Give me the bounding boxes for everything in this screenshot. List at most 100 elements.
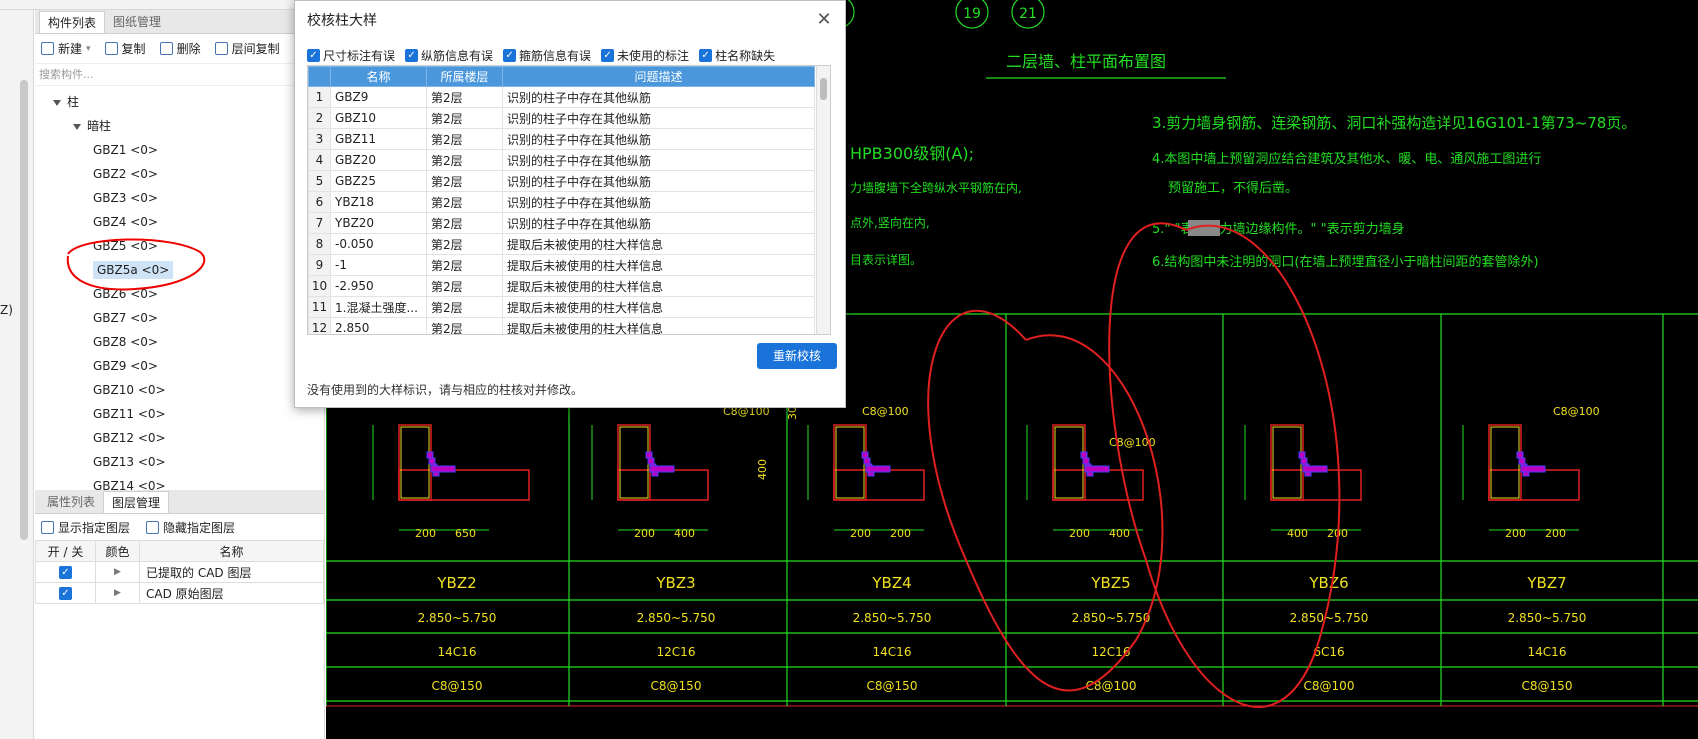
tree-item-label: GBZ11 <0> (93, 407, 166, 421)
dim-label: 200 (890, 527, 911, 540)
layer-toggle-checkbox[interactable]: ✓ (59, 587, 72, 600)
tree-item-label: GBZ12 <0> (93, 431, 166, 445)
tab-layer-management[interactable]: 图层管理 (103, 491, 170, 513)
filter-checkbox[interactable]: ✓ 柱名称缺失 (699, 47, 775, 64)
delete-label: 删除 (176, 42, 201, 56)
caret-down-icon[interactable] (53, 99, 61, 106)
column-name: YBZ7 (1526, 574, 1566, 592)
tree-item[interactable]: GBZ12 <0> (35, 426, 324, 450)
rebar-dot (428, 457, 436, 465)
tab-drawing-management[interactable]: 图纸管理 (105, 11, 169, 33)
tree-item[interactable]: GBZ13 <0> (35, 450, 324, 474)
component-search-input[interactable]: 搜索构件... (35, 64, 324, 86)
column-elevation: 2.850~5.750 (853, 611, 932, 625)
row-name: -0.050 (330, 233, 427, 255)
left-sidebar-strip: Z) (0, 0, 34, 739)
left-note-text: 力墙腹墙下全跨纵水平钢筋在内, (850, 180, 1022, 195)
delete-button[interactable]: 删除 (159, 40, 201, 57)
table-row[interactable]: 2 GBZ10 第2层 识别的柱子中存在其他纵筋 (308, 107, 815, 129)
table-row[interactable]: 6 YBZ18 第2层 识别的柱子中存在其他纵筋 (308, 191, 815, 213)
layer-toggle-checkbox[interactable]: ✓ (59, 566, 72, 579)
table-row[interactable]: 1 GBZ9 第2层 识别的柱子中存在其他纵筋 (308, 86, 815, 108)
left-note-text: 点外,竖向在内, (850, 215, 930, 230)
tree-item[interactable]: GBZ4 <0> (35, 210, 324, 234)
tree-item[interactable]: GBZ8 <0> (35, 330, 324, 354)
tab-properties[interactable]: 属性列表 (39, 491, 103, 513)
tree-item[interactable]: GBZ7 <0> (35, 306, 324, 330)
dim-label: 200 (634, 527, 655, 540)
checkbox-icon[interactable]: ✓ (307, 48, 320, 62)
row-number: 6 (308, 191, 331, 213)
layers-icon (41, 520, 54, 534)
copy-label: 复制 (121, 42, 146, 56)
tree-item[interactable]: GBZ11 <0> (35, 402, 324, 426)
rebar-dot (1082, 457, 1090, 465)
checkbox-icon[interactable]: ✓ (699, 48, 713, 62)
filter-checkbox[interactable]: ✓ 纵筋信息有误 (405, 47, 493, 64)
grid-bubble-label: 21 (1019, 6, 1037, 22)
tree-item[interactable]: GBZ2 <0> (35, 162, 324, 186)
left-scrollbar[interactable] (20, 80, 28, 540)
scroll-thumb[interactable] (820, 78, 827, 100)
tree-item[interactable]: GBZ3 <0> (35, 186, 324, 210)
checkbox-icon[interactable]: ✓ (601, 48, 615, 62)
row-floor: 第2层 (426, 128, 503, 150)
filter-checkbox[interactable]: ✓ 尺寸标注有误 (307, 47, 395, 64)
tree-node-column[interactable]: 柱 (35, 90, 324, 114)
new-button[interactable]: 新建 ▾ (41, 40, 91, 57)
col-description[interactable]: 问题描述 (502, 66, 815, 87)
row-number: 5 (308, 170, 331, 192)
rebar-dot (1518, 457, 1526, 465)
rebar-dot (865, 465, 891, 473)
col-floor[interactable]: 所属楼层 (426, 66, 503, 87)
rebar-dot (1080, 451, 1088, 459)
table-row[interactable]: 5 GBZ25 第2层 识别的柱子中存在其他纵筋 (308, 170, 815, 192)
column-name: YBZ2 (436, 574, 476, 592)
grid-bubble-label: 19 (963, 6, 981, 22)
table-row[interactable]: 7 YBZ20 第2层 识别的柱子中存在其他纵筋 (308, 212, 815, 234)
col-name[interactable]: 名称 (330, 66, 427, 87)
expand-icon[interactable]: ▶ (95, 561, 140, 583)
chevron-down-icon[interactable]: ▾ (86, 44, 91, 54)
tree-item-label: GBZ1 <0> (93, 143, 158, 157)
table-row[interactable]: 8 -0.050 第2层 提取后未被使用的柱大样信息 (308, 233, 815, 255)
table-row[interactable]: 4 GBZ20 第2层 识别的柱子中存在其他纵筋 (308, 149, 815, 171)
close-icon[interactable]: ✕ (813, 9, 835, 31)
tree-item[interactable]: GBZ9 <0> (35, 354, 324, 378)
checkbox-icon[interactable]: ✓ (503, 48, 517, 62)
row-floor: 第2层 (426, 170, 503, 192)
drawing-title: 二层墙、柱平面布置图 (1006, 52, 1166, 71)
copy-button[interactable]: 复制 (104, 40, 146, 57)
table-row[interactable]: 3 GBZ11 第2层 识别的柱子中存在其他纵筋 (308, 128, 815, 150)
trash-icon (159, 42, 173, 55)
hide-layer-button[interactable]: 隐藏指定图层 (146, 519, 235, 536)
col-rownum (308, 66, 331, 87)
tree-item-label: GBZ9 <0> (93, 359, 158, 373)
show-layer-button[interactable]: 显示指定图层 (41, 519, 130, 536)
layer-toolbar: 显示指定图层 隐藏指定图层 (35, 514, 324, 540)
filter-checkbox[interactable]: ✓ 未使用的标注 (601, 47, 689, 64)
layer-row[interactable]: ✓ ▶ CAD 原始图层 (35, 582, 324, 604)
table-row[interactable]: 11 1.混凝土强度... 第2层 提取后未被使用的柱大样信息 (308, 296, 815, 318)
caret-down-icon[interactable] (73, 123, 81, 130)
filter-label: 未使用的标注 (617, 48, 690, 63)
component-toolbar: 新建 ▾ 复制 删除 层间复制 (35, 34, 324, 64)
filter-checkbox[interactable]: ✓ 箍筋信息有误 (503, 47, 591, 64)
table-row[interactable]: 10 -2.950 第2层 提取后未被使用的柱大样信息 (308, 275, 815, 297)
tree-node-hidden-column[interactable]: 暗柱 (35, 114, 324, 138)
floor-copy-button[interactable]: 层间复制 (214, 40, 280, 57)
tree-item[interactable]: GBZ10 <0> (35, 378, 324, 402)
expand-icon[interactable]: ▶ (95, 582, 140, 604)
table-row[interactable]: 12 2.850 第2层 提取后未被使用的柱大样信息 (308, 317, 815, 334)
table-row[interactable]: 9 -1 第2层 提取后未被使用的柱大样信息 (308, 254, 815, 276)
layer-row[interactable]: ✓ ▶ 已提取的 CAD 图层 (35, 561, 324, 583)
tree-item[interactable]: GBZ1 <0> (35, 138, 324, 162)
row-number: 1 (308, 86, 331, 108)
stirrup-label: C8@100 (862, 405, 909, 418)
grid-scrollbar[interactable] (816, 66, 830, 334)
recheck-button[interactable]: 重新校核 (757, 343, 837, 369)
red-annotation-circle (66, 238, 206, 291)
checkbox-icon[interactable]: ✓ (405, 48, 419, 62)
row-floor: 第2层 (426, 191, 503, 213)
tab-component-list[interactable]: 构件列表 (39, 11, 106, 33)
